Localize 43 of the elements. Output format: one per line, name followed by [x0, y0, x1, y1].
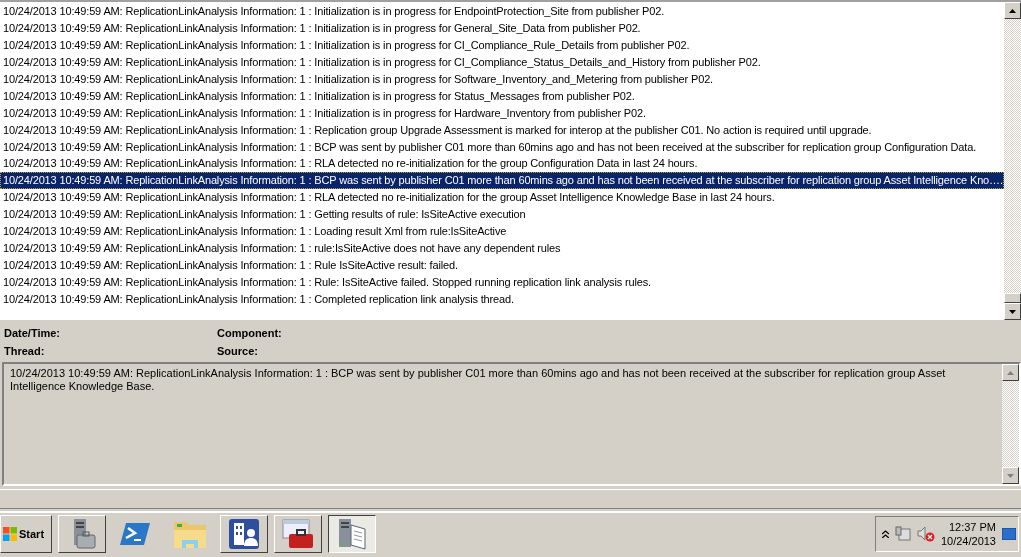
- scroll-down-button[interactable]: [1002, 467, 1019, 484]
- log-entry[interactable]: 10/24/2013 10:49:59 AM: ReplicationLinkAnalysis Information: 1 : Getting results of rule: IsSiteActive execution: [0, 206, 1004, 224]
- log-entry[interactable]: 10/24/2013 10:49:59 AM: ReplicationLinkAnalysis Information: 1 : BCP was sent by publisher C01 more than 60mins ago and has not been received at the subscriber for replication group Asset Intelligence Kno….: [0, 172, 1004, 190]
- log-entry[interactable]: 10/24/2013 10:49:59 AM: ReplicationLinkAnalysis Information: 1 : Initialization is in progress for Status_Messages from publisher P02.: [0, 87, 1004, 105]
- clock[interactable]: 12:37 PM 10/24/2013: [940, 520, 996, 548]
- log-entry[interactable]: 10/24/2013 10:49:59 AM: ReplicationLinkAnalysis Information: 1 : Initialization is in progress for EndpointProtection_Site from publisher P02.: [0, 3, 1004, 20]
- chevron-up-icon[interactable]: [881, 530, 889, 538]
- log-entry[interactable]: 10/24/2013 10:49:59 AM: ReplicationLinkAnalysis Information: 1 : Replication group Upgrade Assessment is marked for interop at the publisher C01. No action is required until upgrade.: [0, 121, 1004, 139]
- scroll-up-button[interactable]: [1004, 2, 1021, 19]
- network-icon[interactable]: [894, 526, 911, 542]
- log-entry[interactable]: 10/24/2013 10:49:59 AM: ReplicationLinkAnalysis Information: 1 : Initialization is in progress for General_Site_Data from publisher P02.: [0, 19, 1004, 37]
- log-entry[interactable]: 10/24/2013 10:49:59 AM: ReplicationLinkAnalysis Information: 1 : BCP was sent by publisher C01 more than 60mins ago and has not been received at the subscriber for replication group Configuration Data.: [0, 138, 1004, 156]
- log-entry[interactable]: 10/24/2013 10:49:59 AM: ReplicationLinkAnalysis Information: 1 : Rule IsSiteActive result: failed.: [0, 257, 1004, 274]
- taskbar-button[interactable]: [328, 515, 376, 553]
- log-entry[interactable]: 10/24/2013 10:49:59 AM: ReplicationLinkAnalysis Information: 1 : Loading result Xml from rule:IsSiteActive: [0, 223, 1004, 241]
- field-label: Source:: [217, 345, 259, 357]
- muted-speaker-icon[interactable]: [916, 526, 935, 542]
- field-label: Thread:: [4, 345, 46, 357]
- log-entry[interactable]: 10/24/2013 10:49:59 AM: ReplicationLinkAnalysis Information: 1 : Rule: IsSiteActive failed. Stopped running replication link analysis rules.: [0, 274, 1004, 291]
- up-arrow-icon: [1009, 8, 1016, 13]
- toolbox-icon: [281, 518, 315, 550]
- windows-logo-icon: [3, 527, 17, 541]
- log-entry[interactable]: 10/24/2013 10:49:59 AM: ReplicationLinkAnalysis Information: 1 : rule:IsSiteActive does not have any dependent rules: [0, 240, 1004, 258]
- log-entry[interactable]: 10/24/2013 10:49:59 AM: ReplicationLinkAnalysis Information: 1 : Initialization is in progress for CI_Compliance_Status_Details_and_History from publisher P02.: [0, 53, 1004, 71]
- down-arrow-icon: [1007, 473, 1014, 478]
- building-user-icon: [228, 518, 260, 550]
- up-arrow-icon: [1007, 370, 1014, 375]
- log-entry[interactable]: 10/24/2013 10:49:59 AM: ReplicationLinkAnalysis Information: 1 : Completed replication link analysis thread.: [0, 290, 1004, 308]
- log-entry[interactable]: 10/24/2013 10:49:59 AM: ReplicationLinkAnalysis Information: 1 : Initialization is in progress for CI_Compliance_Rule_Details from publisher P02.: [0, 36, 1004, 54]
- message-box[interactable]: 10/24/2013 10:49:59 AM: ReplicationLinkAnalysis Information: 1 : BCP was sent by publisher C01 more than 60mins ago and has not been received at the subscriber for replication group Asset Intelligence Knowledge Base.: [2, 362, 1021, 486]
- field-label: Component:: [217, 327, 283, 339]
- log-entry[interactable]: 10/24/2013 10:49:59 AM: ReplicationLinkAnalysis Information: 1 : Initialization is in progress for Hardware_Inventory from publisher P02.: [0, 104, 1004, 122]
- terminal-icon: [120, 520, 152, 548]
- scroll-up-button[interactable]: [1002, 364, 1019, 381]
- scrollbar[interactable]: [1004, 2, 1021, 320]
- log-entry[interactable]: 10/24/2013 10:49:59 AM: ReplicationLinkAnalysis Information: 1 : RLA detected no re-initialization for the group Configuration Data in last 24 hours.: [0, 155, 1004, 173]
- scroll-thumb[interactable]: [1004, 293, 1021, 303]
- log-entry[interactable]: 10/24/2013 10:49:59 AM: ReplicationLinkAnalysis Information: 1 : Initialization is in progress for Software_Inventory_and_Metering from publisher P02.: [0, 70, 1004, 88]
- scroll-down-button[interactable]: [1004, 303, 1021, 320]
- field-label: Date/Time:: [4, 327, 62, 339]
- log-entry[interactable]: 10/24/2013 10:49:59 AM: ReplicationLinkAnalysis Information: 1 : RLA detected no re-initialization for the group Asset Intelligence Knowledge Base in last 24 hours.: [0, 189, 1004, 207]
- start-button[interactable]: Start: [0, 515, 52, 553]
- down-arrow-icon: [1009, 309, 1016, 314]
